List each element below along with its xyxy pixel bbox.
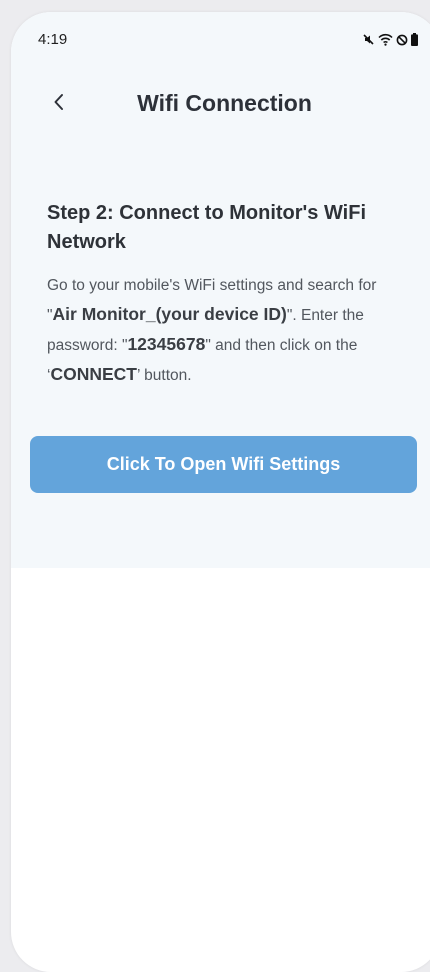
status-icons	[362, 33, 418, 46]
do-not-disturb-icon	[396, 34, 408, 46]
instructions-part4: ’ button.	[136, 367, 192, 384]
app-header: Wifi Connection	[11, 82, 430, 126]
wifi-icon	[378, 33, 393, 46]
content-panel: 4:19 Wifi Connection Step 2: Connect to …	[11, 12, 430, 568]
step-title: Step 2: Connect to Monitor's WiFi Networ…	[47, 202, 367, 253]
battery-icon	[411, 33, 418, 46]
wifi-password: 12345678	[127, 334, 206, 354]
connect-label: CONNECT	[50, 364, 137, 384]
open-wifi-settings-button[interactable]: Click To Open Wifi Settings	[30, 436, 417, 493]
page-title: Wifi Connection	[137, 90, 312, 116]
status-bar: 4:19	[11, 12, 430, 68]
instructions-text: Go to your mobile's WiFi settings and se…	[47, 272, 397, 390]
step-content: Step 2: Connect to Monitor's WiFi Networ…	[47, 199, 397, 390]
network-name: Air Monitor_(your device ID)	[52, 304, 287, 324]
mute-icon	[362, 33, 375, 46]
status-time: 4:19	[38, 31, 68, 48]
phone-screen: 4:19 Wifi Connection Step 2: Connect to …	[11, 12, 430, 972]
